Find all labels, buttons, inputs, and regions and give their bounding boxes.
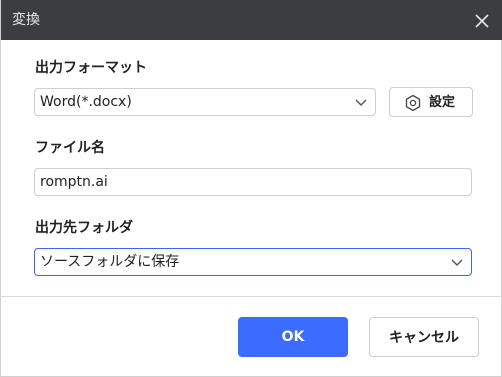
file-name-label: ファイル名 bbox=[35, 140, 105, 156]
output-format-value: Word(*.docx) bbox=[40, 94, 132, 110]
output-folder-value: ソースフォルダに保存 bbox=[40, 254, 180, 270]
dialog-title: 変換 bbox=[12, 12, 40, 28]
footer-divider bbox=[1, 296, 502, 297]
chevron-down-icon bbox=[451, 259, 463, 266]
convert-dialog: 変換 出力フォーマット Word(*.docx) 設定 ファイル名 出力先フォル… bbox=[0, 0, 502, 377]
output-folder-select[interactable]: ソースフォルダに保存 bbox=[34, 248, 472, 276]
output-format-select[interactable]: Word(*.docx) bbox=[34, 88, 376, 116]
close-icon bbox=[475, 14, 489, 28]
output-folder-label: 出力先フォルダ bbox=[35, 220, 133, 236]
close-button[interactable] bbox=[471, 10, 493, 32]
file-name-input[interactable] bbox=[34, 168, 472, 196]
gear-icon bbox=[405, 94, 421, 112]
chevron-down-icon bbox=[355, 99, 367, 106]
settings-button[interactable]: 設定 bbox=[389, 87, 473, 117]
title-bar: 変換 bbox=[1, 0, 502, 40]
cancel-button[interactable]: キャンセル bbox=[369, 317, 479, 357]
ok-button[interactable]: OK bbox=[238, 317, 348, 357]
output-format-label: 出力フォーマット bbox=[35, 60, 147, 76]
settings-button-label: 設定 bbox=[429, 95, 456, 110]
